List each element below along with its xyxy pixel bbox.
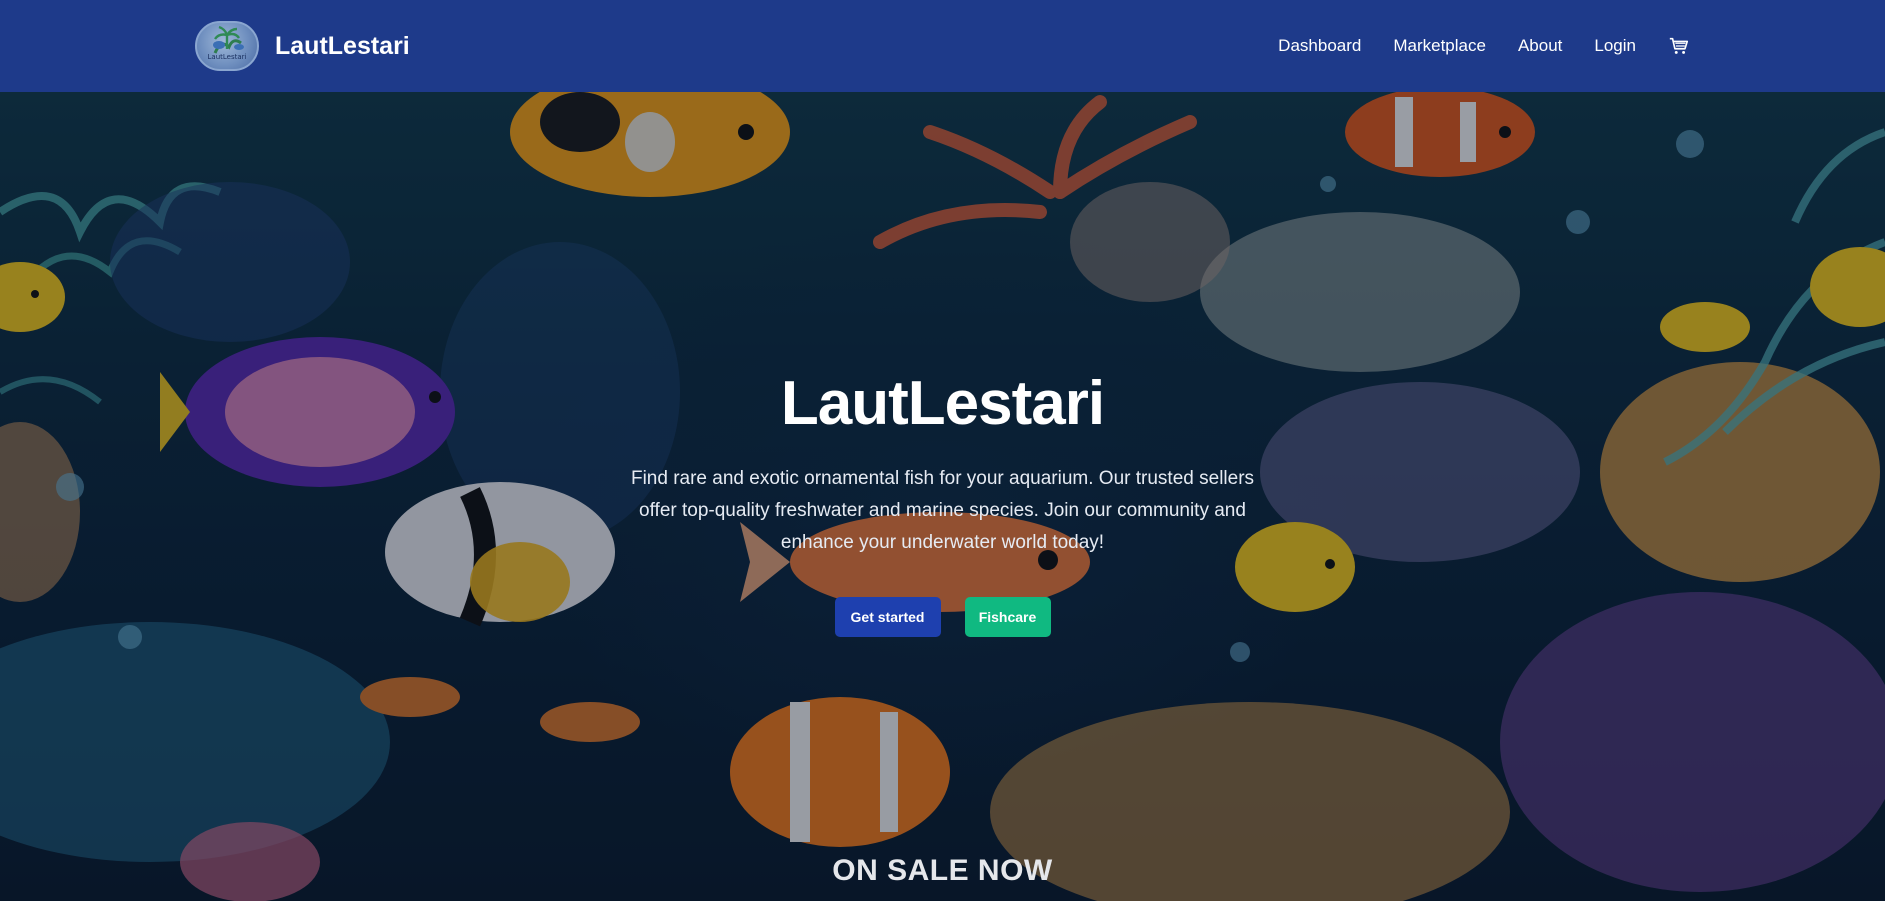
- logo-icon[interactable]: LautLestari: [195, 21, 259, 71]
- on-sale-heading: ON SALE NOW: [832, 854, 1053, 887]
- hero-section: LautLestari Find rare and exotic ornamen…: [0, 92, 1885, 901]
- hero-buttons: Get started Fishcare: [834, 597, 1051, 637]
- get-started-button[interactable]: Get started: [834, 597, 941, 637]
- nav-link-dashboard[interactable]: Dashboard: [1278, 36, 1361, 56]
- nav-link-login[interactable]: Login: [1594, 36, 1636, 56]
- nav-link-marketplace[interactable]: Marketplace: [1393, 36, 1486, 56]
- logo-text: LautLestari: [207, 53, 247, 61]
- nav-link-about[interactable]: About: [1518, 36, 1562, 56]
- hero-content: LautLestari Find rare and exotic ornamen…: [0, 92, 1885, 901]
- hero-title: LautLestari: [780, 369, 1105, 438]
- brand[interactable]: LautLestari LautLestari: [195, 21, 410, 71]
- navbar: LautLestari LautLestari Dashboard Market…: [0, 0, 1885, 92]
- brand-name[interactable]: LautLestari: [275, 32, 410, 61]
- cart-icon[interactable]: [1668, 35, 1690, 57]
- hero-description: Find rare and exotic ornamental fish for…: [630, 468, 1255, 553]
- fishcare-button[interactable]: Fishcare: [964, 597, 1051, 637]
- nav-links: Dashboard Marketplace About Login: [1278, 35, 1690, 57]
